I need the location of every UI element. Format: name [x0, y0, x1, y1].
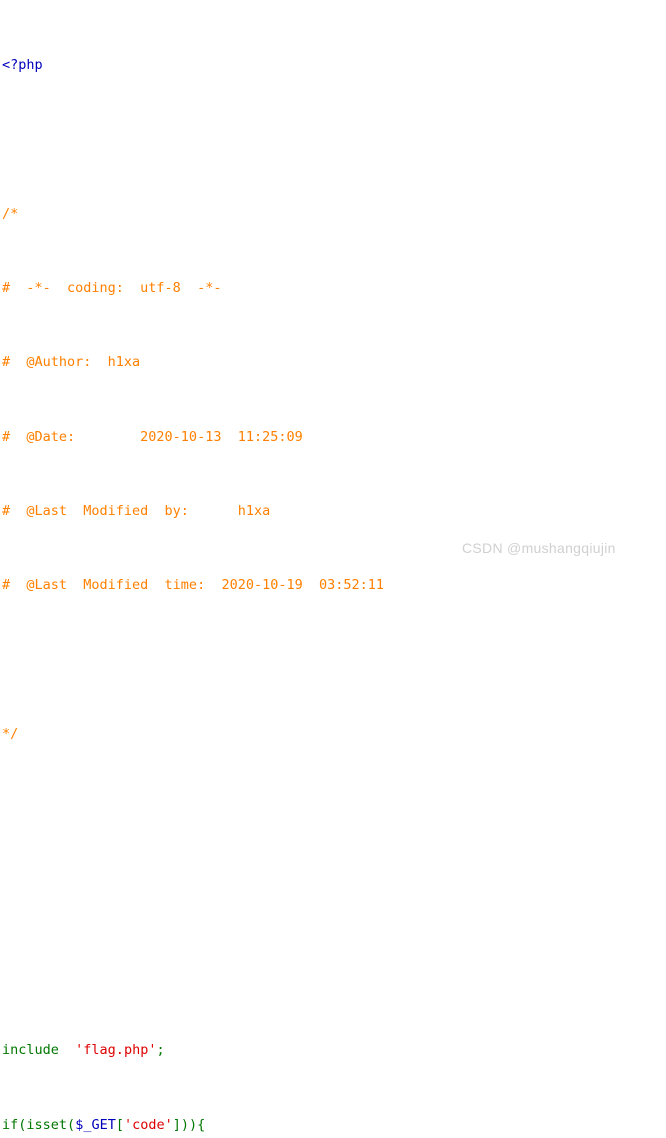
comment-open: /*	[2, 205, 19, 222]
code-line-comment-date: # @Date: 2020-10-13 11:25:09	[2, 428, 612, 447]
isset-call: isset	[26, 1116, 68, 1133]
if-keyword: if	[2, 1116, 19, 1133]
isset-close-paren: )	[180, 1116, 190, 1133]
include-keyword: include	[2, 1042, 59, 1059]
code-line-comment-open: /*	[2, 205, 612, 224]
isset-open-paren: (	[67, 1116, 76, 1133]
code-line-include: include 'flag.php';	[2, 1041, 612, 1060]
get-superglobal: $_GET	[75, 1116, 116, 1133]
if-open-brace: {	[197, 1116, 206, 1133]
php-source-listing: <?php /* # -*- coding: utf-8 -*- # @Auth…	[0, 0, 666, 1133]
csdn-watermark: CSDN @mushangqiujin	[462, 540, 616, 556]
include-semicolon: ;	[156, 1042, 165, 1059]
code-block: <?php /* # -*- coding: utf-8 -*- # @Auth…	[2, 0, 612, 1138]
if-open-paren: (	[18, 1116, 27, 1133]
code-line-blank-3	[2, 800, 612, 819]
code-line-comment-modified-time: # @Last Modified time: 2020-10-19 03:52:…	[2, 576, 612, 595]
if-close-paren: )	[189, 1116, 198, 1133]
include-file-string: 'flag.php'	[75, 1042, 157, 1059]
php-open-tag: <?php	[2, 56, 43, 73]
comment-line-coding: # -*- coding: utf-8 -*-	[2, 279, 222, 296]
code-line-comment-modified-by: # @Last Modified by: h1xa	[2, 502, 612, 521]
code-line-if-isset: if(isset($_GET['code'])){	[2, 1116, 612, 1135]
code-line-blank-5	[2, 911, 612, 930]
comment-line-modified-time: # @Last Modified time: 2020-10-19 03:52:…	[2, 577, 385, 594]
code-line-blank-4	[2, 855, 612, 874]
comment-line-modified-by: # @Last Modified by: h1xa	[2, 503, 271, 520]
code-line-blank-6	[2, 967, 612, 986]
bracket-open-1: [	[115, 1116, 124, 1133]
comment-line-date: # @Date: 2020-10-13 11:25:09	[2, 428, 303, 445]
space-1	[59, 1042, 75, 1058]
code-line-comment-author: # @Author: h1xa	[2, 353, 612, 372]
code-line-comment-coding: # -*- coding: utf-8 -*-	[2, 279, 612, 298]
code-line-comment-close: */	[2, 725, 612, 744]
bracket-close-1: ]	[172, 1116, 181, 1133]
code-line-php-open: <?php	[2, 56, 612, 75]
comment-line-author: # @Author: h1xa	[2, 354, 141, 371]
code-line-blank-2	[2, 651, 612, 670]
code-line-blank-1	[2, 130, 612, 149]
comment-close: */	[2, 726, 19, 743]
code-key-string: 'code'	[123, 1116, 173, 1133]
